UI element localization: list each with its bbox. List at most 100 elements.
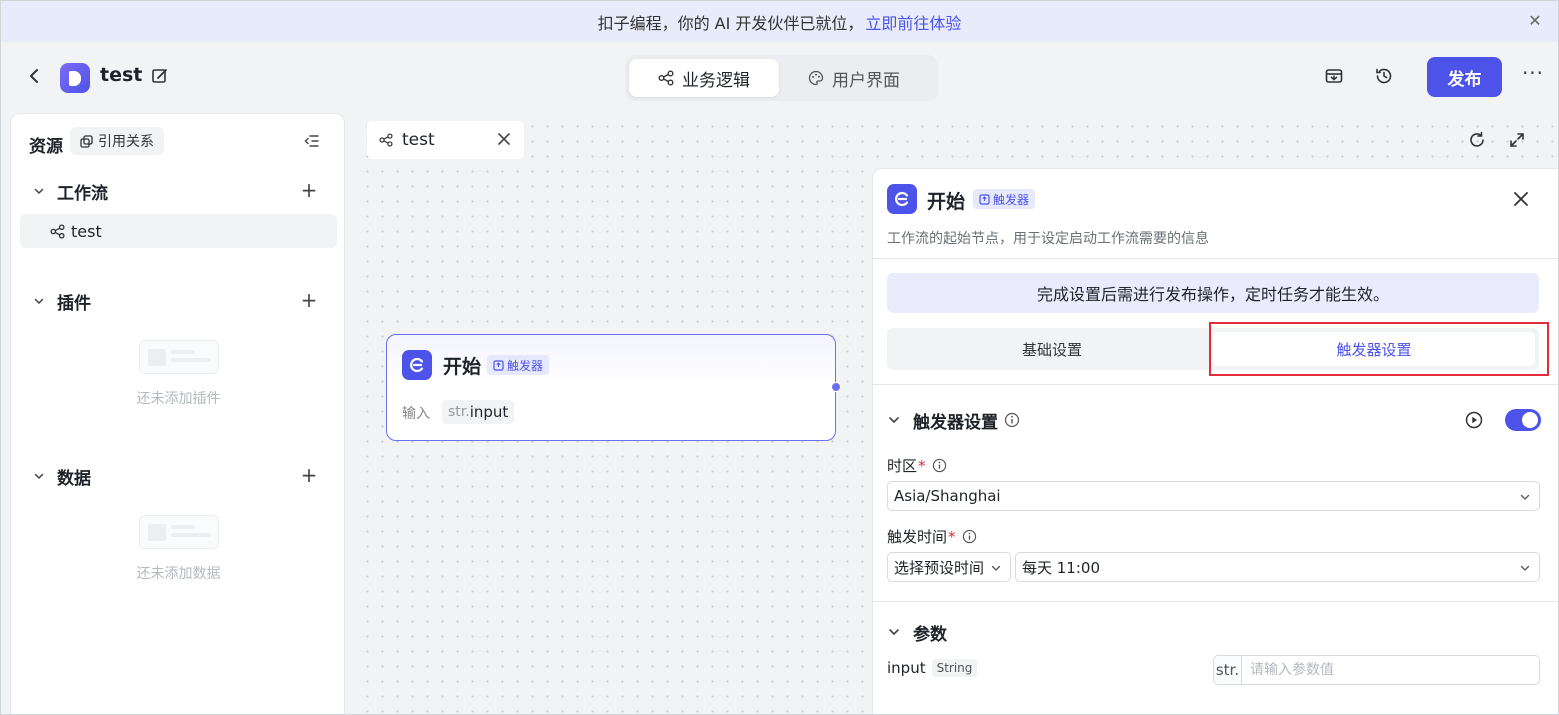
timezone-label: 时区 * [887,455,947,476]
trigger-enable-toggle[interactable] [1505,409,1541,431]
publish-notice: 完成设置后需进行发布操作，定时任务才能生效。 [887,273,1539,313]
param-type-prefix: str. [1214,656,1242,684]
divider [873,384,1558,385]
banner-close-icon[interactable]: ✕ [1526,12,1544,30]
trigger-badge: 触发器 [487,355,550,375]
trigger-time-label: 触发时间 * [887,526,977,547]
chevron-down-icon [34,298,44,305]
params-section-header[interactable]: 参数 [887,620,1539,645]
banner-link[interactable]: 立即前往体验 [865,10,961,34]
panel-title: 开始 [927,191,966,213]
timezone-value: Asia/Shanghai [894,487,1001,505]
mode-switch: 业务逻辑 用户界面 [625,55,938,101]
plugin-empty-text: 还未添加插件 [136,391,221,407]
info-icon[interactable] [1004,412,1020,428]
param-type-tag: String [931,659,978,677]
start-node-icon [887,184,917,214]
node-config-panel: 开始 触发器 工作流的起始节点，用于设定启动工作流需要的信息 完成设置后需进行发… [872,168,1558,714]
settings-tabs: 基础设置 触发器设置 [887,328,1539,370]
start-node-title: 开始 [443,356,482,378]
add-plugin-button[interactable]: + [299,289,319,313]
param-value-input[interactable] [1242,657,1539,683]
node-output-port[interactable] [831,382,841,392]
timezone-label-text: 时区 [887,457,918,475]
workflow-icon [379,133,393,147]
tab-business-logic-label: 业务逻辑 [682,70,750,91]
info-icon[interactable] [962,529,977,544]
add-data-button[interactable]: + [299,464,319,488]
app-window: 扣子编程，你的 AI 开发伙伴已就位， 立即前往体验 ✕ test 业务逻辑 用… [0,0,1559,715]
chevron-down-icon [34,473,44,480]
sidebar-title: 资源 [29,137,63,157]
chevron-down-icon [1520,565,1530,571]
trigger-time-value: 每天 11:00 [1022,558,1100,577]
trigger-icon [493,359,504,371]
play-icon[interactable] [1465,411,1483,429]
data-empty-state: 还未添加数据 [111,515,246,583]
references-button[interactable]: 引用关系 [70,127,164,155]
chevron-down-icon [34,188,44,195]
sidebar-item-workflow-test[interactable]: test [20,214,337,248]
trigger-badge-label: 触发器 [507,358,544,373]
chevron-down-icon [991,565,1001,571]
tab-label: test [402,130,435,150]
edit-icon[interactable] [151,67,169,85]
param-row: input String [887,659,978,677]
more-options-icon[interactable]: ··· [1521,63,1545,88]
add-workflow-button[interactable]: + [299,179,319,203]
close-tab-icon[interactable] [496,131,512,147]
app-name: test [100,64,143,86]
param-name: input [887,659,926,677]
section-plugin[interactable]: 插件 + [29,289,329,314]
tab-business-logic[interactable]: 业务逻辑 [629,59,779,97]
palette-icon [808,70,824,86]
variable-name: input [469,403,509,421]
section-workflow[interactable]: 工作流 + [29,179,329,204]
trigger-settings-label: 触发器设置 [913,412,998,433]
tab-workflow-test[interactable]: test [367,121,524,159]
tab-basic-settings[interactable]: 基础设置 [891,332,1213,366]
references-label: 引用关系 [98,134,154,150]
chevron-down-icon [889,629,899,636]
link-copy-icon [80,134,93,148]
sidebar-item-label: test [71,221,102,241]
trigger-time-select[interactable]: 每天 11:00 [1015,552,1540,582]
chevron-down-icon [889,417,899,424]
chevron-down-icon [1520,494,1530,500]
empty-placeholder-icon [138,340,219,374]
archive-icon[interactable] [1324,66,1344,86]
tab-user-interface-label: 用户界面 [832,70,900,91]
info-icon[interactable] [932,458,947,473]
start-node[interactable]: 开始 触发器 输入 str. input [386,334,841,441]
trigger-icon [979,193,990,205]
panel-description: 工作流的起始节点，用于设定启动工作流需要的信息 [887,231,1209,247]
announcement-banner: 扣子编程，你的 AI 开发伙伴已就位， 立即前往体验 ✕ [1,1,1558,42]
trigger-badge-label: 触发器 [993,192,1030,207]
plugin-empty-state: 还未添加插件 [111,340,246,408]
divider [873,258,1558,259]
section-plugin-label: 插件 [57,293,91,314]
refresh-icon[interactable] [1468,131,1486,149]
param-value-field[interactable]: str. [1213,655,1540,685]
tab-user-interface[interactable]: 用户界面 [779,59,929,97]
back-arrow-icon[interactable] [25,66,43,86]
history-icon[interactable] [1374,66,1394,86]
workflow-icon [658,70,674,86]
banner-text: 扣子编程，你的 AI 开发伙伴已就位， [597,13,864,33]
app-logo [60,63,90,93]
divider [873,601,1558,602]
collapse-sidebar-icon[interactable] [303,132,321,150]
section-data[interactable]: 数据 + [29,464,329,489]
close-panel-icon[interactable] [1511,189,1531,209]
publish-button[interactable]: 发布 [1427,57,1502,97]
expand-icon[interactable] [1508,131,1526,149]
workflow-icon [50,223,65,239]
tab-trigger-settings[interactable]: 触发器设置 [1213,332,1535,366]
trigger-badge: 触发器 [973,189,1036,209]
preset-time-value: 选择预设时间 [894,558,985,577]
preset-time-select[interactable]: 选择预设时间 [887,552,1011,582]
trigger-settings-section-header[interactable]: 触发器设置 [887,408,1539,433]
timezone-select[interactable]: Asia/Shanghai [887,481,1540,511]
empty-placeholder-icon [138,515,219,549]
section-data-label: 数据 [57,468,91,489]
